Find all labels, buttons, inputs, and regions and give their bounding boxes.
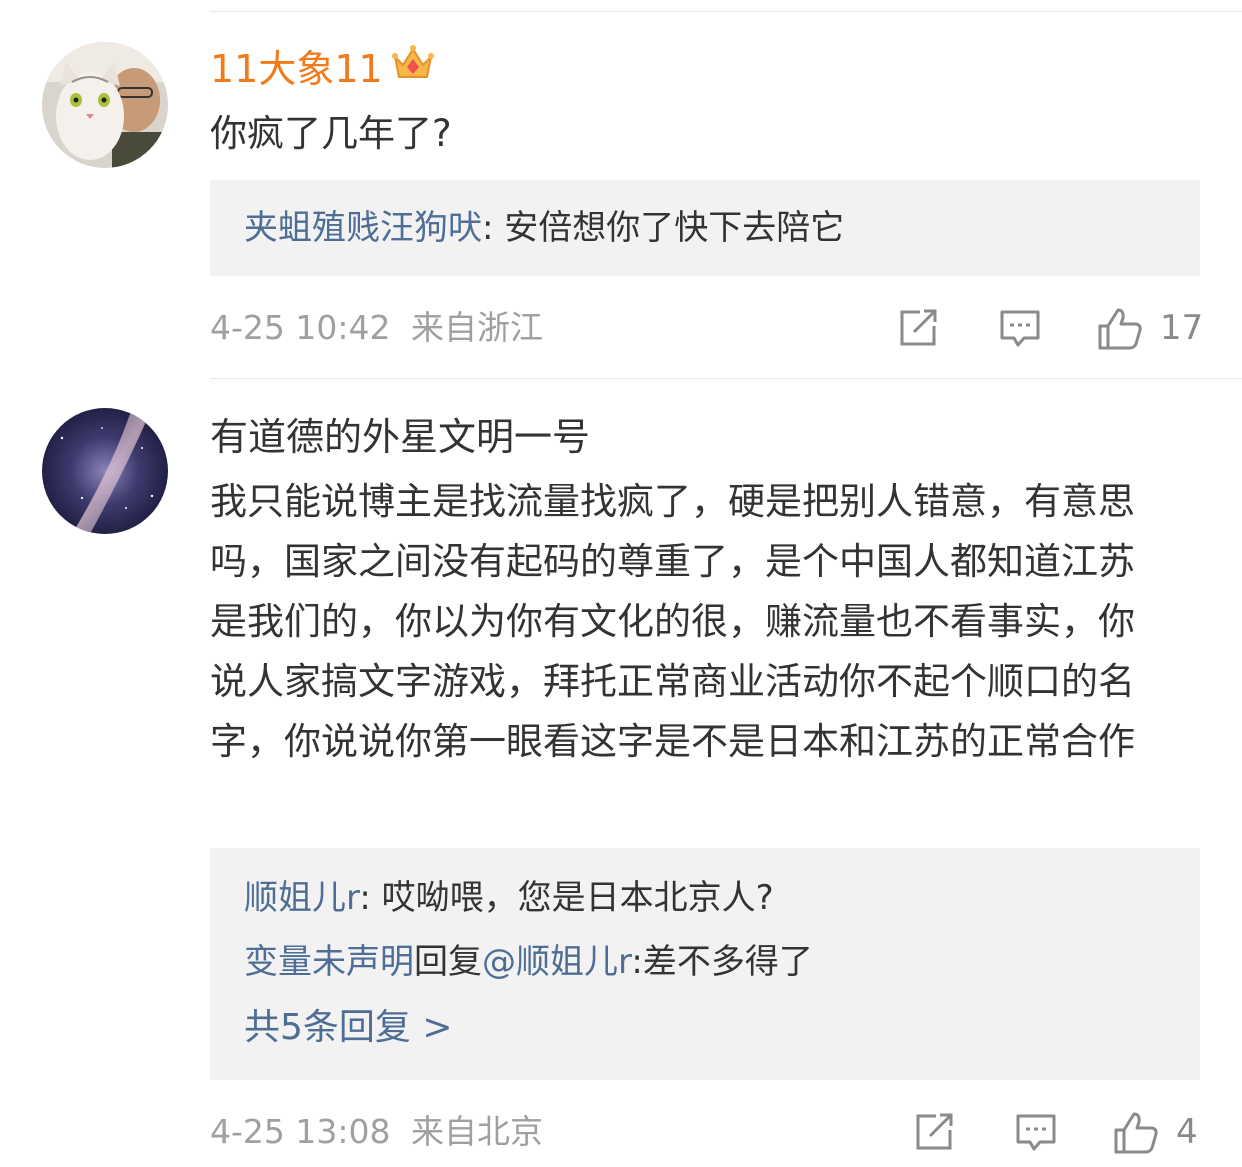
thumbs-up-icon[interactable]: [1096, 306, 1144, 356]
reply-text: : 安倍想你了快下去陪它: [482, 208, 845, 248]
comment-actions: 17: [880, 306, 1210, 354]
reply-line[interactable]: 夹蛆殖贱汪狗吠: 安倍想你了快下去陪它: [244, 196, 1200, 260]
reply-mention[interactable]: @顺姐儿r: [482, 942, 631, 982]
reply-author[interactable]: 顺姐儿r: [244, 878, 359, 918]
reply-author[interactable]: 变量未声明: [244, 942, 414, 982]
reply-box[interactable]: 夹蛆殖贱汪狗吠: 安倍想你了快下去陪它: [210, 180, 1200, 276]
avatar[interactable]: [42, 408, 168, 534]
like-count: 17: [1160, 308, 1204, 348]
comment-source: 来自浙江: [411, 308, 543, 347]
share-icon[interactable]: [912, 1110, 956, 1158]
reply-text: :差不多得了: [631, 942, 813, 982]
username-text[interactable]: 11大象11: [210, 47, 383, 91]
username[interactable]: 11大象11: [210, 44, 435, 95]
comment-time: 4-25 10:42: [210, 308, 391, 347]
comment-time: 4-25 13:08: [210, 1112, 391, 1151]
username[interactable]: 有道德的外星文明一号: [210, 412, 590, 462]
comment-actions: 4: [896, 1110, 1216, 1158]
comment-meta: 4-25 10:42 来自浙江: [210, 308, 543, 348]
reply-box[interactable]: 顺姐儿r: 哎呦喂，您是日本北京人? 变量未声明回复@顺姐儿r:差不多得了 共5…: [210, 848, 1200, 1080]
share-icon[interactable]: [896, 306, 940, 354]
comment-source: 来自北京: [411, 1112, 543, 1151]
comment-text: 我只能说博主是找流量找疯了，硬是把别人错意，有意思吗，国家之间没有起码的尊重了，…: [210, 480, 1135, 763]
reply-text: : 哎呦喂，您是日本北京人?: [359, 878, 774, 918]
reply-author[interactable]: 夹蛆殖贱汪狗吠: [244, 208, 482, 248]
thumbs-up-icon[interactable]: [1112, 1110, 1160, 1160]
reply-line[interactable]: 变量未声明回复@顺姐儿r:差不多得了: [244, 930, 1200, 994]
comment-meta: 4-25 13:08 来自北京: [210, 1112, 543, 1152]
reply-line[interactable]: 顺姐儿r: 哎呦喂，您是日本北京人?: [244, 866, 1200, 930]
crown-icon: [391, 43, 435, 95]
more-replies-link[interactable]: 共5条回复 >: [244, 994, 1200, 1062]
divider: [210, 378, 1242, 379]
comment-text: 你疯了几年了?: [210, 112, 452, 155]
comment-icon[interactable]: [998, 306, 1042, 354]
comment-icon[interactable]: [1014, 1110, 1058, 1158]
like-count: 4: [1176, 1112, 1198, 1152]
reply-verb: 回复: [414, 942, 482, 982]
avatar[interactable]: [42, 42, 168, 168]
divider-top: [210, 11, 1242, 12]
